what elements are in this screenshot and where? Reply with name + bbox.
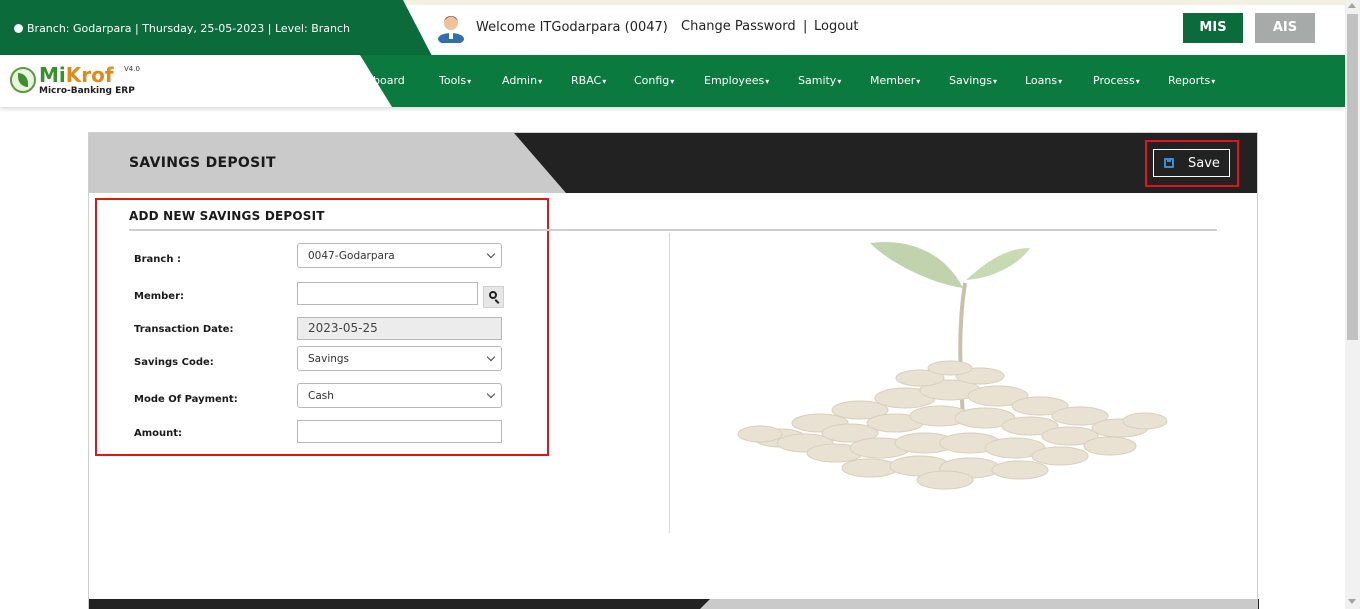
logo-subtitle: Micro-Banking ERP — [39, 86, 135, 96]
member-label: Member: — [134, 291, 185, 302]
floppy-disk-icon — [1164, 158, 1174, 168]
caret-down-icon: ▾ — [538, 77, 543, 86]
nav-item-member[interactable]: Member▾ — [870, 74, 920, 87]
scroll-up-arrow-icon[interactable] — [1348, 3, 1356, 8]
save-button-label: Save — [1188, 156, 1220, 171]
nav-label: RBAC — [571, 74, 602, 87]
caret-down-icon: ▾ — [992, 77, 997, 86]
chevron-down-icon — [486, 352, 496, 362]
amount-label: Amount: — [134, 428, 183, 439]
savings-code-label: Savings Code: — [134, 357, 214, 368]
form-title: ADD NEW SAVINGS DEPOSIT — [129, 209, 325, 223]
transaction-date-label: Transaction Date: — [134, 324, 234, 335]
scroll-down-arrow-icon[interactable] — [1348, 599, 1356, 604]
logout-link[interactable]: Logout — [814, 19, 859, 34]
nav-item-savings[interactable]: Savings▾ — [949, 74, 997, 87]
nav-label: Reports — [1168, 74, 1211, 87]
caret-down-icon: ▾ — [765, 77, 770, 86]
nav-item-employees[interactable]: Employees▾ — [704, 74, 769, 87]
logo-name-part1: Mi — [39, 63, 66, 87]
branch-info: Branch: Godarpara | Thursday, 25-05-2023… — [14, 22, 350, 35]
chevron-down-icon — [486, 389, 496, 399]
user-avatar-icon — [438, 16, 464, 43]
member-input[interactable] — [297, 282, 478, 305]
caret-down-icon: ▾ — [602, 77, 607, 86]
mode-of-payment-select[interactable]: Cash — [297, 383, 502, 408]
globe-icon — [14, 24, 23, 33]
ais-button[interactable]: AIS — [1255, 13, 1315, 43]
nav-label: Savings — [949, 74, 992, 87]
nav-label: Employees — [704, 74, 765, 87]
search-icon-handle — [494, 299, 500, 304]
chevron-down-icon — [486, 249, 496, 259]
nav-label: Loans — [1025, 74, 1058, 87]
caret-down-icon: ▾ — [1211, 77, 1216, 86]
logo-version: V4.0 — [124, 65, 140, 73]
nav-item-dashboard[interactable]: board — [373, 74, 405, 87]
caret-down-icon: ▾ — [916, 77, 921, 86]
change-password-link[interactable]: Change Password — [681, 19, 796, 34]
nav-item-rbac[interactable]: RBAC▾ — [571, 74, 606, 87]
branch-select[interactable]: 0047-Godarpara — [297, 243, 502, 268]
caret-down-icon: ▾ — [1058, 77, 1063, 86]
welcome-text: Welcome ITGodarpara (0047) — [476, 20, 668, 35]
next-panel-header-light — [700, 599, 1258, 609]
search-icon — [489, 291, 497, 299]
nav-label: Member — [870, 74, 916, 87]
branch-select-value: 0047-Godarpara — [308, 250, 395, 262]
logo-name-part2: Krof — [65, 63, 114, 87]
savings-code-value: Savings — [308, 353, 350, 365]
caret-down-icon: ▾ — [670, 77, 675, 86]
caret-down-icon: ▾ — [467, 77, 472, 86]
plant-coins-illustration — [737, 242, 1168, 490]
savings-code-select[interactable]: Savings — [297, 346, 502, 371]
nav-item-tools[interactable]: Tools▾ — [439, 74, 471, 87]
branch-info-text: Branch: Godarpara | Thursday, 25-05-2023… — [27, 22, 350, 35]
nav-label: Config — [634, 74, 670, 87]
page-title: SAVINGS DEPOSIT — [129, 155, 276, 171]
scrollbar-thumb[interactable] — [1347, 14, 1358, 340]
nav-item-loans[interactable]: Loans▾ — [1025, 74, 1062, 87]
nav-item-process[interactable]: Process▾ — [1093, 74, 1140, 87]
nav-item-samity[interactable]: Samity▾ — [798, 74, 841, 87]
nav-item-reports[interactable]: Reports▾ — [1168, 74, 1215, 87]
vertical-divider — [669, 233, 670, 533]
link-separator: | — [803, 19, 808, 34]
nav-label: Process — [1093, 74, 1135, 87]
logo-leaf-icon — [10, 67, 36, 93]
caret-down-icon: ▾ — [1135, 77, 1140, 86]
nav-item-config[interactable]: Config▾ — [634, 74, 674, 87]
nav-label: Samity — [798, 74, 837, 87]
form-divider — [129, 229, 1217, 231]
mis-button[interactable]: MIS — [1183, 13, 1243, 43]
save-button[interactable]: Save — [1153, 149, 1230, 177]
caret-down-icon: ▾ — [837, 77, 842, 86]
member-search-button[interactable] — [483, 286, 504, 308]
mode-of-payment-value: Cash — [308, 390, 334, 402]
nav-label: board — [373, 74, 405, 87]
amount-input[interactable] — [297, 420, 502, 443]
logo-name[interactable]: MiKrof — [39, 63, 114, 87]
branch-label: Branch : — [134, 254, 181, 265]
transaction-date-field: 2023-05-25 — [297, 317, 502, 340]
nav-label: Tools — [439, 74, 467, 87]
mode-of-payment-label: Mode Of Payment: — [134, 394, 238, 405]
nav-label: Admin — [502, 74, 538, 87]
nav-item-admin[interactable]: Admin▾ — [502, 74, 542, 87]
